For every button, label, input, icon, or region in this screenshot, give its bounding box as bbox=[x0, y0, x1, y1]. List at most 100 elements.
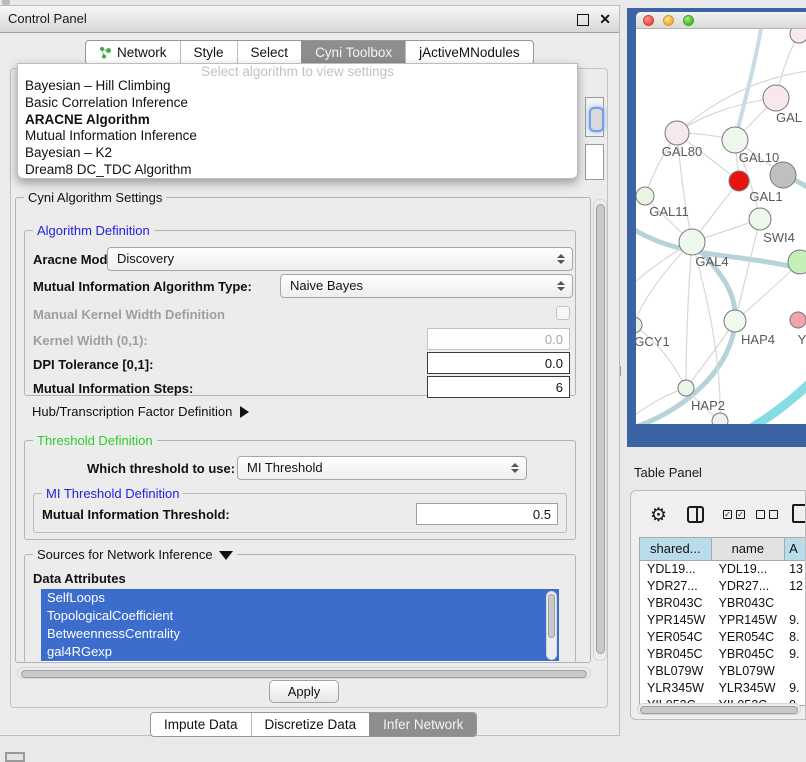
table-horizontal-scrollbar[interactable] bbox=[637, 703, 801, 715]
gear-icon[interactable]: ⚙ bbox=[650, 506, 667, 525]
network-node-gal80[interactable] bbox=[665, 121, 689, 145]
deselect-all-icon[interactable] bbox=[756, 510, 765, 519]
mi-steps-input[interactable] bbox=[427, 376, 570, 398]
manual-kernel-checkbox[interactable] bbox=[556, 306, 570, 320]
table-row[interactable]: YBR043CYBR043C bbox=[640, 595, 806, 612]
which-threshold-value: MI Threshold bbox=[247, 460, 323, 475]
cyni-algorithm-settings-group: Cyni Algorithm Settings Algorithm Defini… bbox=[15, 197, 591, 663]
new-table-icon[interactable] bbox=[792, 504, 806, 523]
network-view-frame: GALGAL80GAL10GAL1GAL11SWI4GAL4GCY1HAP4YH… bbox=[627, 8, 806, 447]
tab-select[interactable]: Select bbox=[237, 41, 302, 64]
network-node[interactable] bbox=[712, 413, 728, 424]
table-row[interactable]: YDL19...YDL19...13 bbox=[640, 561, 806, 578]
algorithm-combo-fragment[interactable] bbox=[585, 97, 604, 137]
sources-title-text: Sources for Network Inference bbox=[37, 547, 213, 562]
table-panel-title: Table Panel bbox=[634, 458, 702, 488]
network-node[interactable] bbox=[790, 29, 806, 43]
scrollbar-thumb[interactable] bbox=[21, 670, 587, 678]
panel-float-icon[interactable] bbox=[5, 752, 25, 762]
select-all-check-icon[interactable]: ✓ bbox=[723, 510, 732, 519]
data-attribute-item[interactable]: BetweennessCentrality bbox=[41, 625, 559, 643]
attribute-list-scrollbar[interactable] bbox=[546, 591, 557, 660]
scrollbar-thumb[interactable] bbox=[596, 204, 605, 654]
network-node-gal[interactable] bbox=[763, 85, 789, 111]
table-cell: YLR345W bbox=[640, 680, 712, 697]
table-cell bbox=[785, 595, 806, 612]
algorithm-option[interactable]: Bayesian – K2 bbox=[18, 145, 577, 162]
column-header-name[interactable]: name bbox=[712, 538, 786, 560]
algorithm-option[interactable]: Mutual Information Inference bbox=[18, 128, 577, 145]
node-table: shared... name A YDL19...YDL19...13YDR27… bbox=[639, 537, 806, 706]
table-row[interactable]: YPR145WYPR145W9. bbox=[640, 612, 806, 629]
table-row[interactable]: YBL079WYBL079W bbox=[640, 663, 806, 680]
network-node-gal1[interactable] bbox=[729, 171, 749, 191]
network-node-label: GAL1 bbox=[749, 189, 782, 204]
select-all-check-icon[interactable]: ✓ bbox=[736, 510, 745, 519]
algorithm-option[interactable]: Bayesian – Hill Climbing bbox=[18, 78, 577, 95]
tab-infer-network[interactable]: Infer Network bbox=[369, 713, 476, 736]
data-attributes-label: Data Attributes bbox=[33, 571, 126, 586]
scrollbar-thumb[interactable] bbox=[548, 594, 555, 638]
settings-horizontal-scrollbar[interactable] bbox=[17, 667, 591, 679]
close-traffic-light-icon[interactable] bbox=[643, 15, 654, 26]
table-cell: YDR27... bbox=[640, 578, 712, 595]
dpi-tolerance-label: DPI Tolerance [0,1]: bbox=[33, 357, 153, 372]
sources-group-title[interactable]: Sources for Network Inference bbox=[33, 547, 237, 562]
dpi-tolerance-input[interactable] bbox=[427, 352, 570, 374]
tab-jactivemnodules[interactable]: jActiveMNodules bbox=[405, 41, 533, 64]
minimize-traffic-light-icon[interactable] bbox=[663, 15, 674, 26]
mi-threshold-label: Mutual Information Threshold: bbox=[42, 507, 230, 522]
hub-tf-definition-toggle[interactable]: Hub/Transcription Factor Definition bbox=[32, 403, 249, 421]
data-attribute-item[interactable]: gal4RGexp bbox=[41, 643, 559, 661]
deselect-all-icon[interactable] bbox=[769, 510, 778, 519]
network-node-gal11[interactable] bbox=[636, 187, 654, 205]
network-node-gal4[interactable] bbox=[679, 229, 705, 255]
network-canvas[interactable]: GALGAL80GAL10GAL1GAL11SWI4GAL4GCY1HAP4YH… bbox=[636, 29, 806, 424]
network-node[interactable] bbox=[770, 162, 796, 188]
table-row[interactable]: YLR345WYLR345W9. bbox=[640, 680, 806, 697]
which-threshold-combo[interactable]: MI Threshold bbox=[237, 456, 527, 480]
mi-type-combo[interactable]: Naive Bayes bbox=[280, 274, 573, 298]
node-column-combo-fragment[interactable] bbox=[585, 144, 604, 180]
table-row[interactable]: YBR045CYBR045C9. bbox=[640, 646, 806, 663]
zoom-traffic-light-icon[interactable] bbox=[683, 15, 694, 26]
kernel-width-input[interactable] bbox=[427, 328, 570, 350]
data-attribute-item[interactable]: SelfLoops bbox=[41, 589, 559, 607]
aracne-mode-value: Discovery bbox=[117, 251, 174, 266]
algorithm-option[interactable]: Dream8 DC_TDC Algorithm bbox=[18, 162, 577, 179]
network-node-hap4[interactable] bbox=[724, 310, 746, 332]
tab-style-label: Style bbox=[194, 41, 224, 64]
column-layout-icon[interactable] bbox=[687, 506, 704, 523]
tab-style[interactable]: Style bbox=[180, 41, 237, 64]
algorithm-option[interactable]: Basic Correlation Inference bbox=[18, 95, 577, 112]
column-header-clipped[interactable]: A bbox=[785, 538, 806, 560]
network-node-swi4[interactable] bbox=[749, 208, 771, 230]
tab-cyni-toolbox[interactable]: Cyni Toolbox bbox=[301, 41, 405, 64]
network-node-y[interactable] bbox=[790, 312, 806, 328]
data-attributes-list[interactable]: SelfLoopsTopologicalCoefficientBetweenne… bbox=[41, 589, 559, 662]
table-row[interactable]: YDR27...YDR27...12 bbox=[640, 578, 806, 595]
combo-stepper-icon bbox=[510, 457, 520, 479]
aracne-mode-combo[interactable]: Discovery bbox=[107, 247, 573, 271]
table-cell: YPR145W bbox=[712, 612, 786, 629]
algorithm-definition-group: Algorithm Definition Aracne Mode: Discov… bbox=[24, 230, 576, 396]
float-window-icon[interactable] bbox=[577, 14, 589, 26]
scrollbar-thumb[interactable] bbox=[640, 706, 798, 714]
tab-network[interactable]: Network bbox=[86, 41, 180, 64]
tab-discretize-data[interactable]: Discretize Data bbox=[251, 713, 370, 736]
tab-infer-network-label: Infer Network bbox=[383, 713, 463, 736]
column-header-shared-name[interactable]: shared... bbox=[640, 538, 712, 560]
apply-button[interactable]: Apply bbox=[269, 680, 339, 703]
kernel-width-label: Kernel Width (0,1): bbox=[33, 333, 148, 348]
table-row[interactable]: YER054CYER054C8. bbox=[640, 629, 806, 646]
panel-title: Control Panel bbox=[8, 6, 87, 32]
mi-threshold-input[interactable] bbox=[416, 503, 558, 525]
tab-impute-data[interactable]: Impute Data bbox=[151, 713, 251, 736]
close-icon[interactable]: ✕ bbox=[599, 10, 611, 28]
sources-group: Sources for Network Inference Data Attri… bbox=[24, 554, 576, 663]
network-node-hap2[interactable] bbox=[678, 380, 694, 396]
settings-vertical-scrollbar[interactable] bbox=[593, 199, 607, 661]
table-cell bbox=[785, 663, 806, 680]
data-attribute-item[interactable]: TopologicalCoefficient bbox=[41, 607, 559, 625]
algorithm-option[interactable]: ARACNE Algorithm bbox=[18, 112, 577, 129]
